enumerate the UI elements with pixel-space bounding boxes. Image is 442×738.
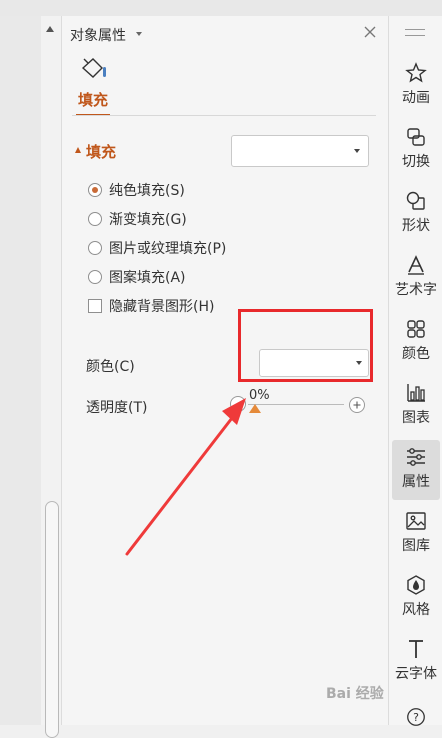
top-strip — [0, 0, 442, 16]
sliders-icon — [407, 448, 425, 466]
sidebar-item-color[interactable]: 颜色 — [392, 312, 440, 372]
option-label: 图片或纹理填充(P) — [109, 241, 227, 257]
opacity-slider-thumb[interactable] — [249, 404, 261, 413]
option-label: 隐藏背景图形(H) — [109, 299, 215, 315]
sidebar-item-animation[interactable]: 动画 — [392, 56, 440, 116]
panel-title[interactable]: 对象属性 — [70, 25, 126, 45]
fill-color-dropdown[interactable] — [231, 135, 369, 167]
section-title-fill[interactable]: 填充 — [86, 141, 116, 162]
divider — [72, 115, 376, 116]
radio-button[interactable] — [88, 183, 102, 197]
svg-text:?: ? — [413, 711, 419, 724]
decrease-button[interactable] — [230, 396, 246, 412]
sidebar-item-properties[interactable]: 属性 — [392, 440, 440, 500]
option-label: 图案填充(A) — [109, 270, 186, 286]
radio-button[interactable] — [88, 270, 102, 284]
vertical-scrollbar[interactable] — [41, 16, 62, 738]
highlight-box — [238, 309, 373, 382]
option-label: 纯色填充(S) — [109, 183, 185, 199]
scroll-thumb[interactable] — [45, 501, 59, 738]
close-icon[interactable] — [362, 24, 378, 40]
object-properties-panel: 对象属性 填充 填充 纯色填充(S) 渐变填充(G) 图片或纹理填充(P) 图案… — [62, 16, 388, 725]
sidebar-item-label: 风格 — [402, 602, 430, 618]
sidebar-item-wordart[interactable]: 艺术字 — [392, 248, 440, 308]
sidebar-item-label: 艺术字 — [395, 282, 437, 298]
radio-pattern-fill[interactable]: 图案填充(A) — [88, 267, 186, 287]
radio-picture-texture-fill[interactable]: 图片或纹理填充(P) — [88, 238, 226, 258]
sidebar-item-label: 切换 — [402, 154, 430, 170]
color-label: 颜色(C) — [86, 359, 135, 375]
checkbox-hide-background[interactable]: 隐藏背景图形(H) — [88, 296, 214, 316]
sidebar-item-shape[interactable]: 形状 — [392, 184, 440, 244]
drag-handle[interactable] — [405, 29, 425, 36]
scroll-up-arrow-icon[interactable] — [46, 26, 54, 32]
sidebar-item-label: 云字体 — [395, 666, 437, 682]
radio-button[interactable] — [88, 241, 102, 255]
font-icon — [409, 640, 423, 658]
increase-button[interactable] — [349, 397, 365, 413]
watermark: Bai 经验 — [326, 686, 384, 702]
shape-icon — [406, 191, 425, 210]
sidebar-item-cloud-font[interactable]: 云字体 — [392, 632, 440, 692]
sidebar-item-chart[interactable]: 图表 — [392, 376, 440, 436]
sidebar-item-label: 形状 — [402, 218, 430, 234]
radio-button[interactable] — [88, 212, 102, 226]
opacity-slider-track[interactable] — [248, 404, 344, 405]
right-sidebar: 动画 切换 形状 艺术字 颜色 图表 属性 图库 风格 云字体 ? — [388, 16, 442, 726]
radio-solid-fill[interactable]: 纯色填充(S) — [88, 180, 185, 200]
fill-bucket-icon[interactable] — [80, 56, 108, 82]
collapse-caret-icon[interactable] — [75, 147, 81, 153]
chevron-down-icon — [354, 149, 360, 153]
sidebar-item-label: 图库 — [402, 538, 430, 554]
slide-canvas-area — [0, 16, 41, 725]
tab-fill[interactable]: 填充 — [78, 89, 108, 110]
sidebar-item-transition[interactable]: 切换 — [392, 120, 440, 180]
title-dropdown-caret-icon[interactable] — [136, 32, 142, 36]
sidebar-item-label: 动画 — [402, 90, 430, 106]
checkbox[interactable] — [88, 299, 102, 313]
sidebar-item-label: 图表 — [402, 410, 430, 426]
sidebar-item-style[interactable]: 风格 — [392, 568, 440, 628]
option-label: 渐变填充(G) — [109, 212, 187, 228]
sidebar-item-label: 属性 — [402, 474, 430, 490]
star-icon — [405, 62, 427, 83]
opacity-label: 透明度(T) — [86, 400, 148, 416]
style-icon — [407, 575, 425, 595]
sidebar-item-label: 颜色 — [402, 346, 430, 362]
sidebar-item-gallery[interactable]: 图库 — [392, 504, 440, 564]
radio-gradient-fill[interactable]: 渐变填充(G) — [88, 209, 187, 229]
wordart-icon — [408, 255, 424, 275]
image-icon — [406, 512, 426, 530]
opacity-value: 0% — [249, 388, 270, 403]
color-grid-icon — [407, 320, 425, 338]
transition-icon — [407, 128, 425, 146]
chart-icon — [407, 384, 425, 402]
